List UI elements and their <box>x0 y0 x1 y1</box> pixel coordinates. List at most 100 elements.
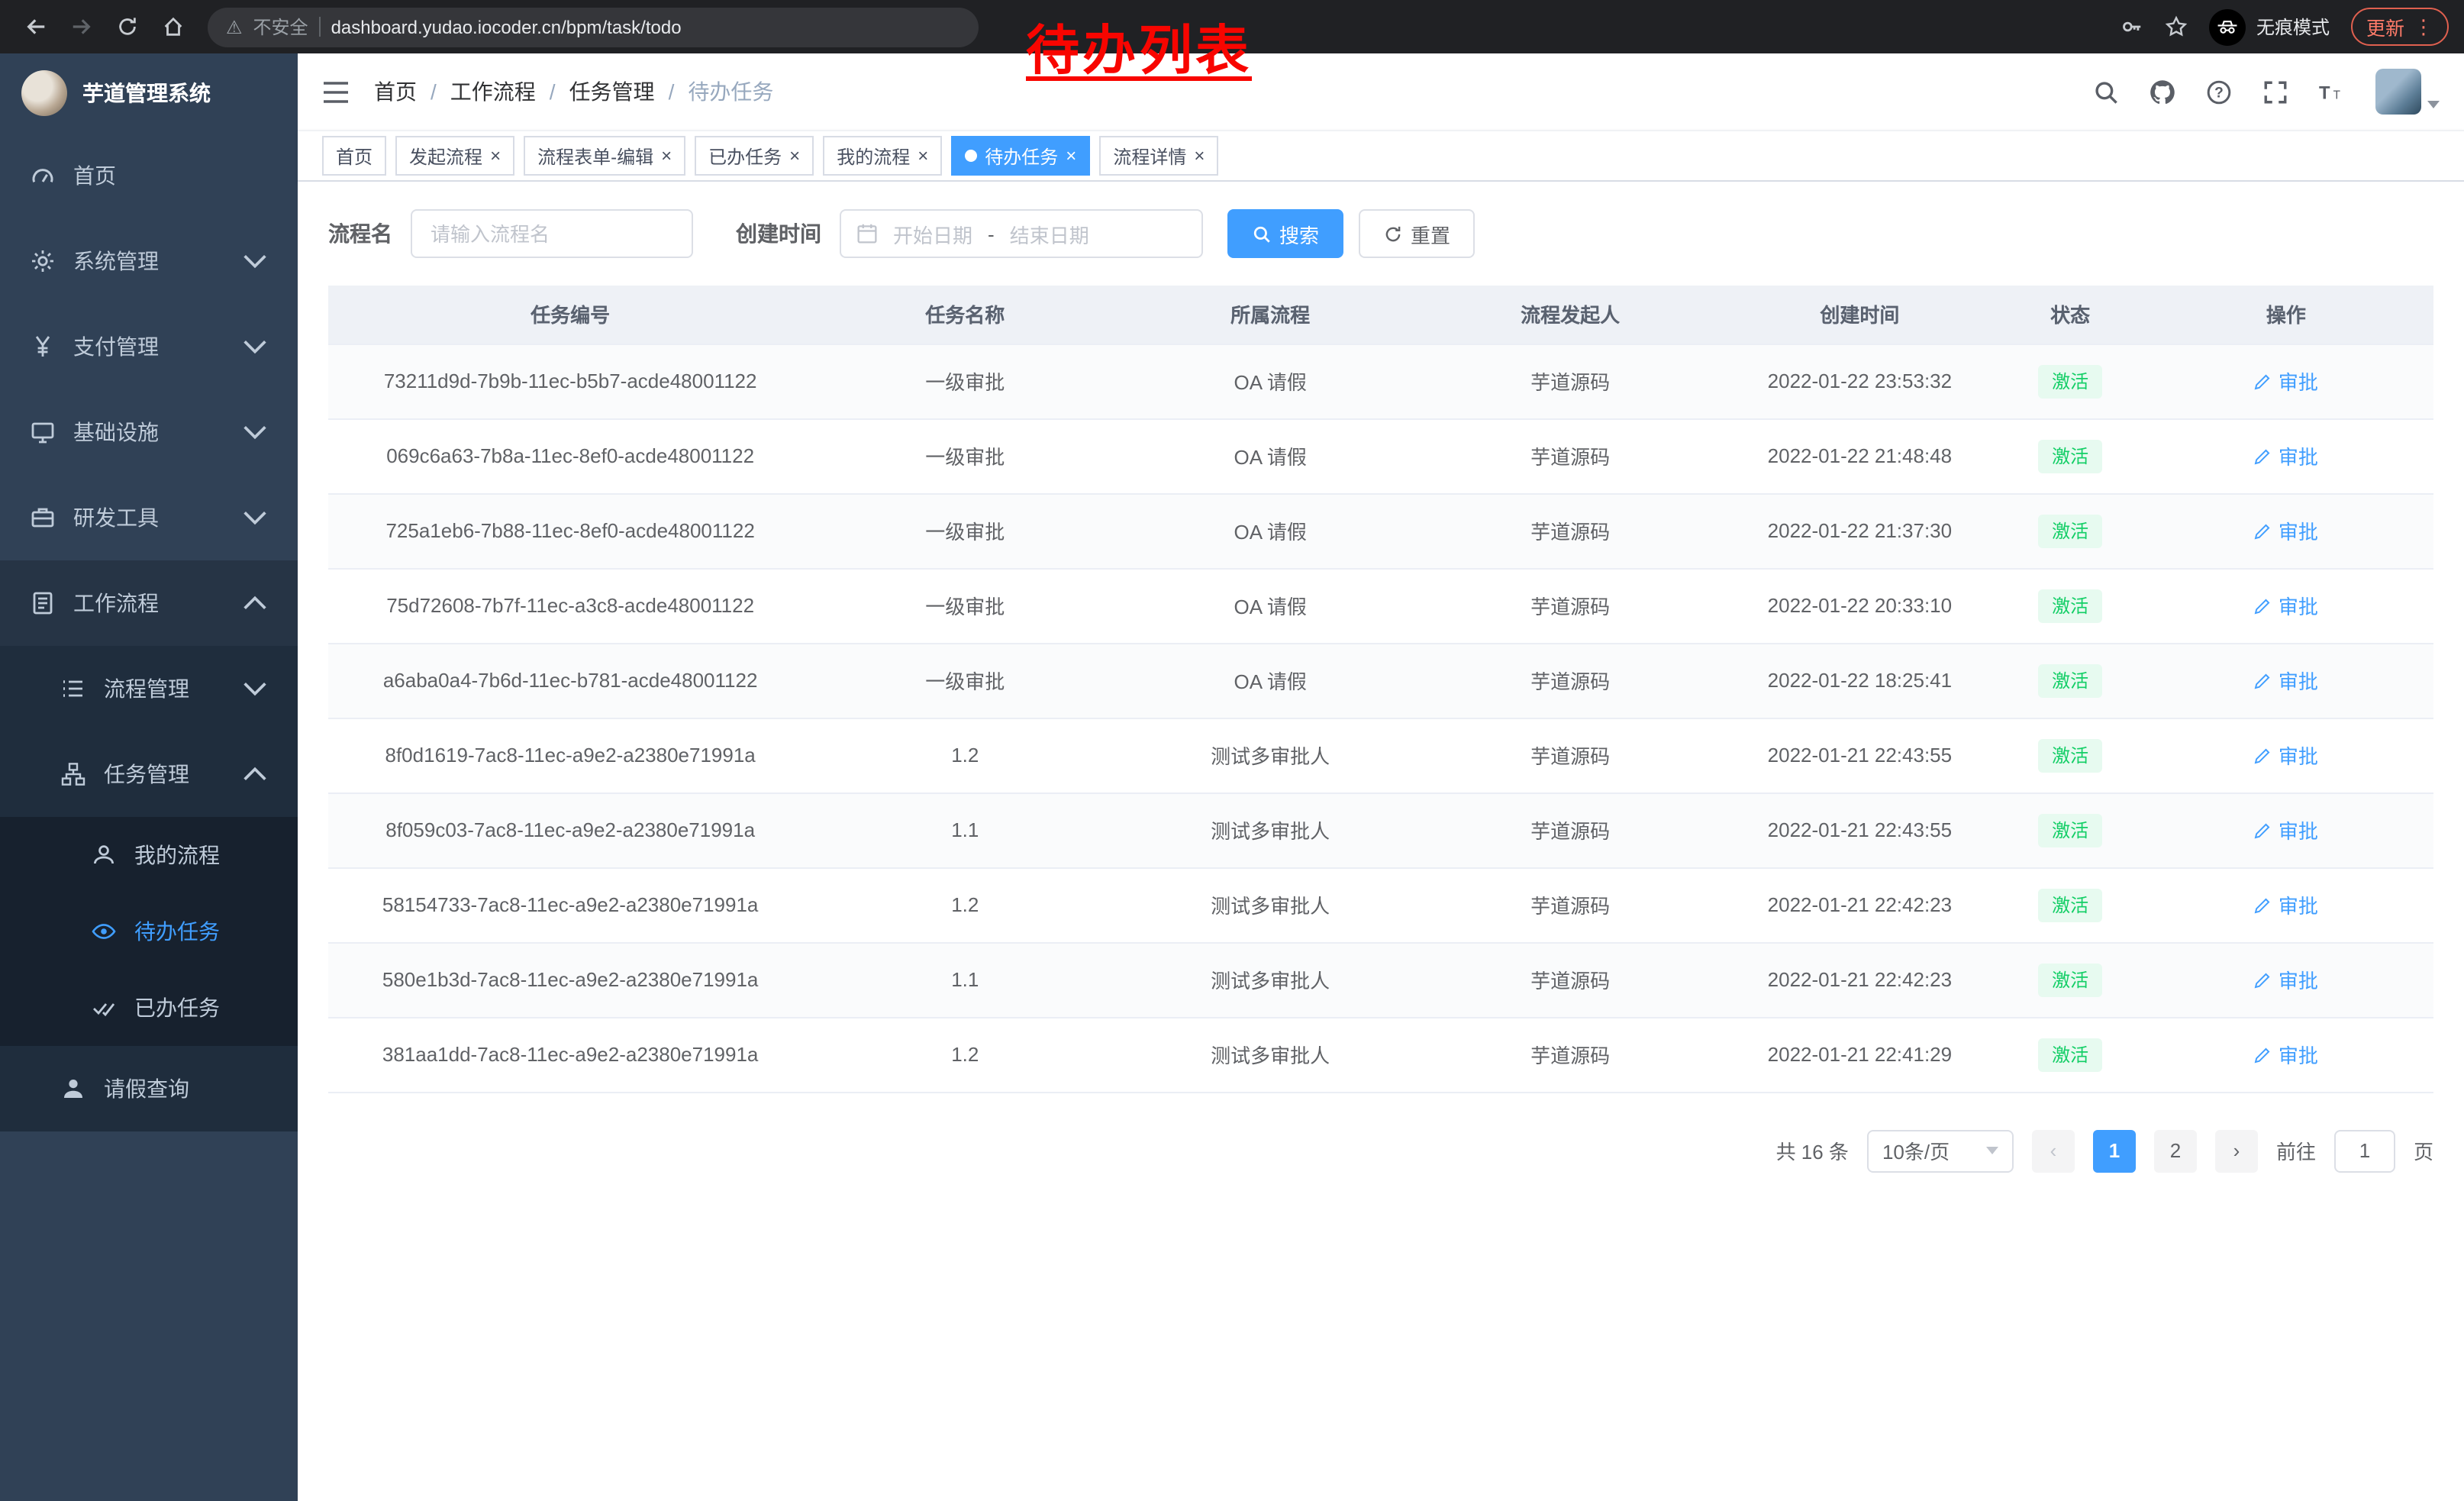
fullscreen-icon[interactable] <box>2262 79 2288 105</box>
tab-my-process[interactable]: 我的流程× <box>823 136 942 176</box>
process-name-input[interactable] <box>411 209 693 258</box>
todo-task-page: 流程名 创建时间 开始日期 - 结束日期 搜索 重 <box>298 182 2464 1501</box>
sidebar-item-payment[interactable]: 支付管理 <box>0 304 298 389</box>
close-icon[interactable]: × <box>490 147 501 165</box>
approve-button[interactable]: 审批 <box>2254 965 2318 994</box>
approve-button[interactable]: 审批 <box>2254 741 2318 770</box>
tab-done-task[interactable]: 已办任务× <box>695 136 814 176</box>
page-button-2[interactable]: 2 <box>2154 1129 2197 1172</box>
close-icon[interactable]: × <box>918 147 928 165</box>
approve-button[interactable]: 审批 <box>2254 890 2318 919</box>
toolbox-icon <box>31 505 55 530</box>
status-badge: 激活 <box>2038 514 2102 547</box>
forward-icon[interactable] <box>61 7 101 47</box>
edit-icon <box>2254 821 2272 839</box>
url-text[interactable]: dashboard.yudao.iocoder.cn/bpm/task/todo <box>331 16 682 37</box>
avatar[interactable] <box>2375 69 2421 115</box>
sidebar-item-home[interactable]: 首页 <box>0 133 298 218</box>
tab-process-detail[interactable]: 流程详情× <box>1099 136 1218 176</box>
cell-action: 审批 <box>2139 568 2433 643</box>
end-date-placeholder[interactable]: 结束日期 <box>1010 219 1089 248</box>
sidebar: 芋道管理系统 首页 系统管理 支付管理 基础设施 <box>0 53 298 1501</box>
browser-menu-icon[interactable]: ⋮ <box>2414 15 2433 39</box>
approve-button[interactable]: 审批 <box>2254 666 2318 695</box>
status-badge: 激活 <box>2038 589 2102 622</box>
breadcrumb-task-mgmt[interactable]: 任务管理 <box>569 76 655 107</box>
approve-button[interactable]: 审批 <box>2254 441 2318 470</box>
approve-button[interactable]: 审批 <box>2254 815 2318 844</box>
sidebar-item-devtools[interactable]: 研发工具 <box>0 475 298 560</box>
status-badge: 激活 <box>2038 738 2102 772</box>
key-icon[interactable] <box>2121 15 2143 38</box>
cell-action: 审批 <box>2139 493 2433 568</box>
cell-create-time: 2022-01-22 23:53:32 <box>1717 344 2001 418</box>
breadcrumb: 首页 / 工作流程 / 任务管理 / 待办任务 <box>374 76 773 107</box>
bookmark-star-icon[interactable] <box>2165 15 2188 38</box>
task-table-body: 73211d9d-7b9b-11ec-b5b7-acde48001122 一级审… <box>328 344 2433 1092</box>
incognito-icon <box>2209 8 2246 45</box>
close-icon[interactable]: × <box>1066 147 1076 165</box>
header-process: 所属流程 <box>1118 286 1423 344</box>
address-bar[interactable]: ⚠ 不安全 dashboard.yudao.iocoder.cn/bpm/tas… <box>208 7 979 47</box>
update-button[interactable]: 更新 ⋮ <box>2351 8 2449 46</box>
sidebar-item-leave-query[interactable]: 请假查询 <box>0 1046 298 1131</box>
approve-button[interactable]: 审批 <box>2254 516 2318 545</box>
breadcrumb-home[interactable]: 首页 <box>374 76 417 107</box>
person-icon <box>61 1077 85 1101</box>
search-icon[interactable] <box>2093 79 2119 105</box>
user-menu[interactable] <box>2375 69 2440 115</box>
header-task-id: 任务编号 <box>328 286 812 344</box>
tab-form-edit[interactable]: 流程表单-编辑× <box>524 136 685 176</box>
sidebar-toggle hamburger-icon[interactable] <box>322 80 350 103</box>
sidebar-item-infra[interactable]: 基础设施 <box>0 389 298 475</box>
tab-todo-task[interactable]: 待办任务× <box>951 136 1090 176</box>
chevron-down-icon <box>243 249 267 273</box>
cell-process: OA 请假 <box>1118 568 1423 643</box>
cell-task-name: 一级审批 <box>812 344 1118 418</box>
sidebar-item-task-mgmt[interactable]: 任务管理 <box>0 731 298 817</box>
sidebar-item-my-process[interactable]: 我的流程 <box>0 817 298 893</box>
header-task-name: 任务名称 <box>812 286 1118 344</box>
goto-page-input[interactable] <box>2334 1129 2395 1172</box>
github-icon[interactable] <box>2150 79 2175 105</box>
approve-button[interactable]: 审批 <box>2254 591 2318 620</box>
cell-status: 激活 <box>2002 418 2139 493</box>
question-icon[interactable]: ? <box>2206 79 2232 105</box>
sidebar-item-process-mgmt[interactable]: 流程管理 <box>0 646 298 731</box>
reset-button[interactable]: 重置 <box>1359 209 1475 258</box>
svg-text:?: ? <box>2214 84 2224 100</box>
date-range-picker[interactable]: 开始日期 - 结束日期 <box>840 209 1203 258</box>
search-button[interactable]: 搜索 <box>1227 209 1343 258</box>
cell-action: 审批 <box>2139 867 2433 942</box>
approve-button[interactable]: 审批 <box>2254 1040 2318 1069</box>
chevron-down-icon <box>243 676 267 701</box>
cell-process: 测试多审批人 <box>1118 867 1423 942</box>
start-date-placeholder[interactable]: 开始日期 <box>893 219 972 248</box>
status-badge: 激活 <box>2038 888 2102 922</box>
close-icon[interactable]: × <box>661 147 672 165</box>
sidebar-item-todo-task[interactable]: 待办任务 <box>0 893 298 970</box>
font-size-icon[interactable]: TT <box>2319 79 2345 105</box>
approve-button[interactable]: 审批 <box>2254 366 2318 395</box>
refresh-icon[interactable] <box>107 7 147 47</box>
navbar-actions: ? TT <box>2093 69 2440 115</box>
page-button-1[interactable]: 1 <box>2093 1129 2136 1172</box>
close-icon[interactable]: × <box>789 147 800 165</box>
eye-icon <box>92 919 116 944</box>
back-icon[interactable] <box>15 7 55 47</box>
prev-page-button[interactable]: ‹ <box>2032 1129 2075 1172</box>
tab-home[interactable]: 首页 <box>322 136 386 176</box>
status-badge: 激活 <box>2038 963 2102 996</box>
next-page-button[interactable]: › <box>2215 1129 2258 1172</box>
sidebar-item-workflow[interactable]: 工作流程 <box>0 560 298 646</box>
app-logo[interactable]: 芋道管理系统 <box>0 53 298 133</box>
security-label[interactable]: 不安全 <box>253 14 308 40</box>
sidebar-item-done-task[interactable]: 已办任务 <box>0 970 298 1046</box>
sidebar-item-system[interactable]: 系统管理 <box>0 218 298 304</box>
home-icon[interactable] <box>153 7 192 47</box>
breadcrumb-workflow[interactable]: 工作流程 <box>450 76 536 107</box>
cell-starter: 芋道源码 <box>1423 568 1717 643</box>
page-size-select[interactable]: 10条/页 <box>1867 1129 2014 1172</box>
tab-start-process[interactable]: 发起流程× <box>395 136 514 176</box>
close-icon[interactable]: × <box>1194 147 1205 165</box>
